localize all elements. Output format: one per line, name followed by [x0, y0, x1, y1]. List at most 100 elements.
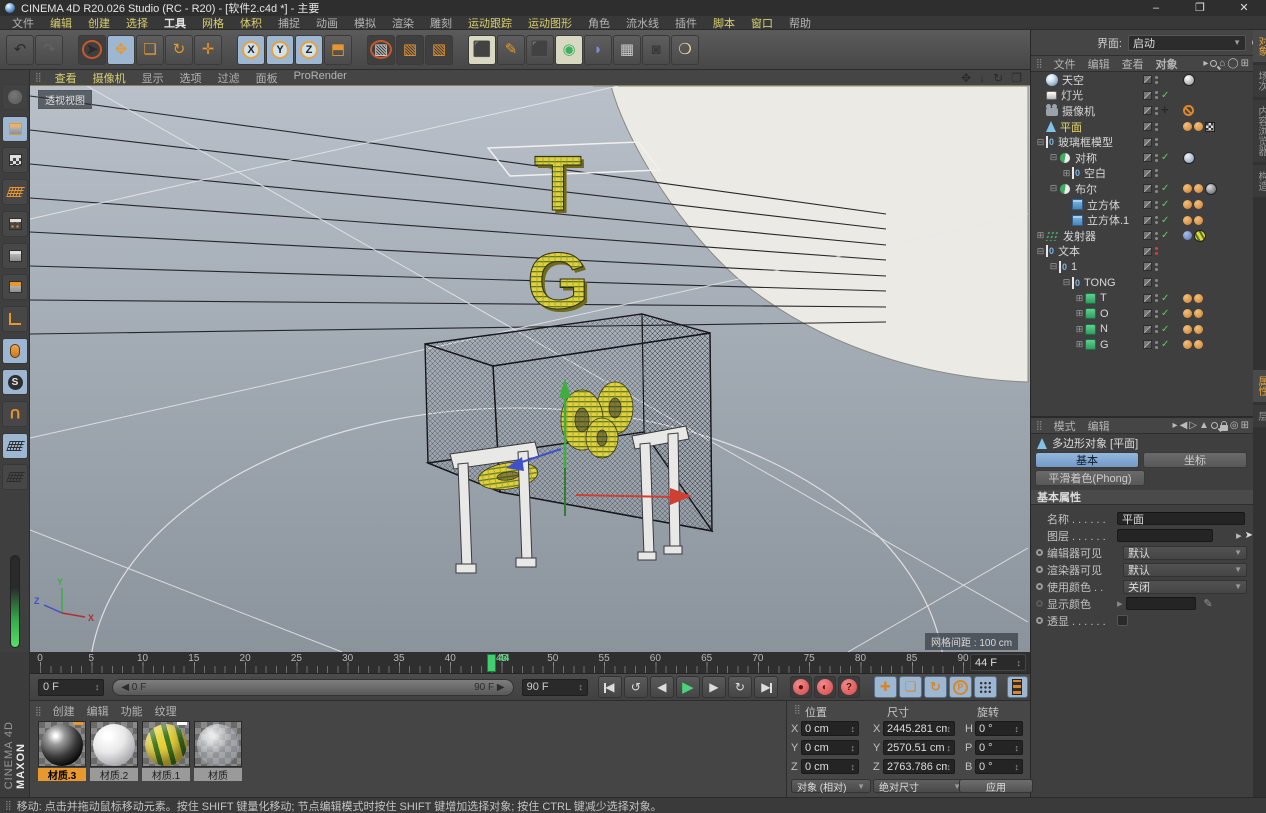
render-view-button[interactable]: ▧	[367, 35, 395, 65]
expand-toggle-icon[interactable]: ⊟	[1048, 152, 1059, 163]
attr-select[interactable]: 关闭▼	[1123, 580, 1247, 594]
object-row-O[interactable]: ⊞O✓	[1031, 306, 1253, 322]
spinner-arrows-icon[interactable]: ↕	[851, 724, 856, 734]
enabled-check-icon[interactable]: ✓	[1161, 215, 1169, 226]
track-icon[interactable]: ◎	[1230, 420, 1239, 431]
menu-工具[interactable]: 工具	[156, 15, 194, 31]
menu-选择[interactable]: 选择	[118, 15, 156, 31]
visibility-dots-icon[interactable]	[1155, 76, 1158, 84]
object-row-TONG[interactable]: ⊟0TONG	[1031, 275, 1253, 291]
start-frame-spinner[interactable]: 0 F↕	[38, 679, 104, 696]
next-frame-button[interactable]: ▶	[702, 676, 726, 698]
object-manager-menu-文件[interactable]: 文件	[1048, 56, 1082, 72]
object-manager-menu-编辑[interactable]: 编辑	[1082, 56, 1116, 72]
keyframe-selection-button[interactable]: ?	[838, 676, 860, 698]
interface-dropdown[interactable]: 启动 ▼	[1128, 35, 1246, 51]
layer-toggle-icon[interactable]	[1143, 200, 1152, 209]
layer-picker-icon[interactable]: ▸	[1236, 529, 1242, 542]
texture-mode-button[interactable]	[2, 147, 28, 173]
layer-toggle-icon[interactable]	[1143, 247, 1152, 256]
expand-toggle-icon[interactable]: ⊞	[1074, 324, 1085, 335]
quantize-button[interactable]: S	[2, 369, 28, 395]
drag-handle-icon[interactable]: ⣿	[789, 704, 806, 715]
object-row-平面[interactable]: 平面	[1031, 119, 1253, 135]
spinner-arrows-icon[interactable]: ↕	[851, 743, 856, 753]
object-row-摄像机[interactable]: 摄像机✛	[1031, 103, 1253, 119]
material-tag-icon[interactable]	[1194, 230, 1206, 242]
phong-tag-icon[interactable]	[1183, 200, 1192, 209]
add-floor-button[interactable]: ▦	[613, 35, 641, 65]
coord-input-尺寸-Z[interactable]: 2763.786 cm↕	[883, 759, 955, 774]
search-icon[interactable]	[1211, 422, 1218, 429]
coord-input-旋转-P[interactable]: 0 °↕	[975, 740, 1023, 755]
visibility-dots-icon[interactable]	[1155, 123, 1158, 131]
layer-toggle-icon[interactable]	[1143, 75, 1152, 84]
current-frame-spinner[interactable]: 44 F↕	[970, 654, 1026, 671]
visibility-dots-icon[interactable]	[1155, 107, 1158, 115]
object-row-立方体.1[interactable]: 立方体.1✓	[1031, 212, 1253, 228]
menu-流水线[interactable]: 流水线	[618, 15, 667, 31]
xray-checkbox[interactable]	[1117, 615, 1128, 626]
visibility-dots-icon[interactable]	[1155, 91, 1158, 99]
visible-only-select-button[interactable]	[2, 338, 28, 364]
lock-y-button[interactable]: Y	[266, 35, 294, 65]
drag-handle-icon[interactable]: ⣿	[30, 706, 47, 717]
material-thumbnail[interactable]	[38, 721, 86, 767]
rotate-view-icon[interactable]: ↻	[993, 71, 1003, 85]
tag-icon[interactable]	[1183, 231, 1192, 240]
visibility-dots-icon[interactable]	[1155, 169, 1158, 177]
object-row-1[interactable]: ⊟01	[1031, 259, 1253, 275]
layer-toggle-icon[interactable]	[1143, 153, 1152, 162]
animation-dot-icon[interactable]	[1036, 566, 1043, 573]
coord-input-位置-Y[interactable]: 0 cm↕	[801, 740, 859, 755]
close-button[interactable]: ✕	[1222, 0, 1266, 16]
attr-select[interactable]: 默认▼	[1123, 546, 1247, 560]
material-tag-icon[interactable]	[1183, 152, 1195, 164]
view-label[interactable]: 透视视图	[38, 90, 92, 109]
snap-magnet-button[interactable]: U	[2, 401, 28, 427]
layer-toggle-icon[interactable]	[1143, 309, 1152, 318]
texture-tag-icon[interactable]	[1194, 216, 1203, 225]
material-item[interactable]: 材质	[194, 721, 242, 781]
playhead[interactable]	[487, 654, 496, 672]
viewport-menu-摄像机[interactable]: 摄像机	[85, 70, 134, 86]
viewport-menu-显示[interactable]: 显示	[134, 70, 172, 86]
pan-view-icon[interactable]: ✥	[961, 71, 971, 85]
layer-toggle-icon[interactable]	[1143, 216, 1152, 225]
viewport-menu-查看[interactable]: 查看	[47, 70, 85, 86]
layer-toggle-icon[interactable]	[1143, 294, 1152, 303]
expand-toggle-icon[interactable]: ⊞	[1074, 293, 1085, 304]
apply-button[interactable]: 应用	[959, 779, 1033, 793]
redo-button[interactable]: ↷	[35, 35, 63, 65]
material-item[interactable]: 材质.3	[38, 721, 86, 781]
attr-tab-基本[interactable]: 基本	[1035, 452, 1139, 468]
workplane-lock-button[interactable]	[2, 433, 28, 459]
texture-tag-icon[interactable]	[1194, 325, 1203, 334]
polygons-mode-button[interactable]	[2, 274, 28, 300]
animation-dot-icon[interactable]	[1036, 549, 1043, 556]
new-panel-icon[interactable]: ⊞	[1241, 58, 1249, 69]
last-tool-button[interactable]: ✛	[194, 35, 222, 65]
toggle-view-icon[interactable]: ❐	[1011, 71, 1022, 85]
enabled-check-icon[interactable]: ✓	[1161, 90, 1169, 101]
record-keyframe-button[interactable]: ●	[790, 676, 812, 698]
phong-tag-icon[interactable]	[1183, 325, 1192, 334]
minimize-button[interactable]: –	[1134, 0, 1178, 16]
phong-tag-icon[interactable]	[1183, 122, 1192, 131]
attr-layer-input[interactable]	[1117, 529, 1213, 542]
phong-tag-icon[interactable]	[1183, 340, 1192, 349]
enabled-check-icon[interactable]: ✓	[1161, 293, 1169, 304]
object-row-灯光[interactable]: 灯光✓	[1031, 88, 1253, 104]
camera-link-icon[interactable]: ✛	[1161, 105, 1169, 116]
panel-arrow-icon[interactable]: ▸	[1203, 58, 1208, 69]
attr-tab-坐标[interactable]: 坐标	[1143, 452, 1247, 468]
menu-创建[interactable]: 创建	[80, 15, 118, 31]
spinner-arrows-icon[interactable]: ↕	[947, 762, 952, 772]
coord-dropdown-对象 (相对)[interactable]: 对象 (相对)▼	[791, 779, 871, 793]
viewport-menu-选项[interactable]: 选项	[172, 70, 210, 86]
rotate-button[interactable]: ↻	[165, 35, 193, 65]
color-swatch[interactable]	[1126, 597, 1196, 610]
material-manager-menu-功能[interactable]: 功能	[115, 703, 149, 719]
layer-toggle-icon[interactable]	[1143, 184, 1152, 193]
material-thumbnail[interactable]	[194, 721, 242, 767]
